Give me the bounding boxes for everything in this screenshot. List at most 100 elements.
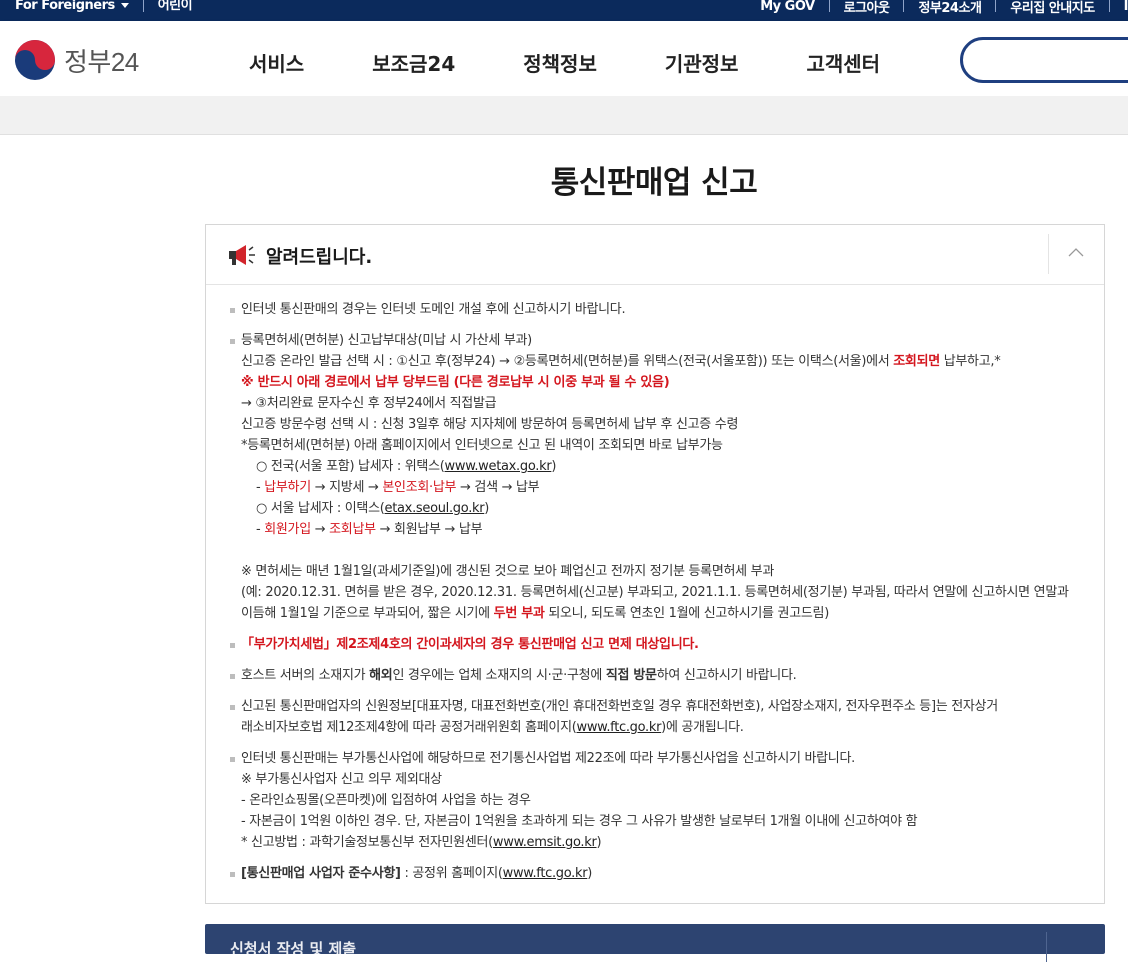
- about-gov24-link[interactable]: 정부24소개: [918, 0, 981, 16]
- text-span: 하여 신고하시기 바랍니다.: [656, 668, 797, 683]
- notice-text: - 납부하기 → 지방세 → 본인조회·납부 → 검색 → 납부: [241, 477, 1088, 498]
- text-span: 되오니, 되도록 연초인 1월에 신고하시기를 권고드림): [544, 606, 829, 621]
- notice-text: - 회원가입 → 조회납부 → 회원납부 → 납부: [241, 519, 1088, 540]
- gov-taegeuk-logo-icon: [15, 40, 55, 80]
- list-item: 신고된 통신판매업자의 신원정보[대표자명, 대표전화번호(개인 휴대전화번호일…: [228, 696, 1088, 738]
- main-nav: 서비스 보조금24 정책정보 기관정보 고객센터: [249, 48, 880, 77]
- highlight-text: 두번 부과: [493, 606, 545, 621]
- section-title: 신청서 작성 및 제출: [230, 940, 357, 958]
- chevron-up-icon: [1068, 248, 1084, 257]
- bold-text: [통신판매업 사업자 준수사항]: [241, 866, 401, 881]
- notice-header: 알려드립니다.: [206, 225, 1104, 285]
- text-span: ): [551, 459, 557, 474]
- top-right-links: My GOV 로그아웃 정부24소개 우리집 안내지도 I: [760, 0, 1128, 16]
- my-gov-link[interactable]: My GOV: [760, 0, 815, 14]
- text-span: → 검색 → 납부: [456, 480, 540, 495]
- text-span: 인 경우에는 업체 소재지의 시·군·구청에: [392, 668, 606, 683]
- notice-text: 이듬해 1월1일 기준으로 부과되어, 짧은 시기에 두번 부과 되오니, 되도…: [241, 603, 1088, 624]
- text-span: ): [596, 835, 602, 850]
- top-utility-bar: For Foreigners 어린이 My GOV 로그아웃 정부24소개 우리…: [0, 0, 1128, 21]
- bold-text: 직접 방문: [605, 668, 657, 683]
- text-span: ): [484, 501, 490, 516]
- megaphone-icon: [229, 245, 255, 265]
- divider: [1046, 932, 1047, 962]
- bold-text: 해외: [369, 668, 393, 683]
- application-section-header[interactable]: 신청서 작성 및 제출: [205, 924, 1105, 962]
- text-span: ): [587, 866, 593, 881]
- text-span: 납부하고,*: [939, 354, 1001, 369]
- highlight-text: 회원가입: [264, 522, 311, 537]
- wetax-link[interactable]: www.wetax.go.kr: [445, 459, 552, 474]
- highlight-text: 본인조회·납부: [382, 480, 457, 495]
- text-span: →: [310, 522, 330, 537]
- notice-text: 등록면허세(면허분) 신고납부대상(미납 시 가산세 부과): [241, 333, 532, 348]
- notice-text: - 자본금이 1억원 이하인 경우. 단, 자본금이 1억원을 초과하게 되는 …: [241, 814, 918, 829]
- text-span: → 회원납부 → 납부: [375, 522, 483, 537]
- home-guide-map-link[interactable]: 우리집 안내지도: [1010, 0, 1095, 16]
- text-span: 신고증 온라인 발급 선택 시 : ①신고 후(정부24) → ②등록면허세(면…: [241, 354, 894, 369]
- notice-text: ○ 전국(서울 포함) 납세자 : 위택스(www.wetax.go.kr): [241, 456, 1088, 477]
- nav-item-customer-center[interactable]: 고객센터: [806, 48, 880, 77]
- notice-text: 인터넷 통신판매의 경우는 인터넷 도메인 개설 후에 신고하시기 바랍니다.: [241, 302, 626, 317]
- list-item: 등록면허세(면허분) 신고납부대상(미납 시 가산세 부과) 신고증 온라인 발…: [228, 330, 1088, 624]
- text-span: 래소비자보호법 제12조제4항에 따라 공정거래위원회 홈페이지(: [241, 720, 577, 735]
- list-item: [통신판매업 사업자 준수사항] : 공정위 홈페이지(www.ftc.go.k…: [228, 863, 1088, 884]
- notice-text: 「부가가치세법」제2조제4호의 간이과세자의 경우 통신판매업 신고 면제 대상…: [241, 637, 699, 652]
- nav-item-policy-info[interactable]: 정책정보: [523, 48, 597, 77]
- main-header: 정부24 서비스 보조금24 정책정보 기관정보 고객센터: [0, 21, 1128, 96]
- divider: [1108, 0, 1110, 12]
- nav-item-services[interactable]: 서비스: [249, 48, 304, 77]
- page-title: 통신판매업 신고: [550, 165, 758, 201]
- notice-text: (예: 2020.12.31. 면허를 받은 경우, 2020.12.31. 등…: [241, 585, 1069, 600]
- ftc-link[interactable]: www.ftc.go.kr: [577, 720, 662, 735]
- notice-panel: 알려드립니다. 인터넷 통신판매의 경우는 인터넷 도메인 개설 후에 신고하시…: [205, 224, 1105, 904]
- notice-text: 신고증 온라인 발급 선택 시 : ①신고 후(정부24) → ②등록면허세(면…: [241, 351, 1088, 372]
- emsit-link[interactable]: www.emsit.go.kr: [493, 835, 597, 850]
- text-span: -: [256, 480, 265, 495]
- text-span: )에 공개됩니다.: [661, 720, 744, 735]
- truncated-link[interactable]: I: [1124, 0, 1128, 14]
- notice-text: ○ 서울 납세자 : 이택스(etax.seoul.go.kr): [241, 498, 1088, 519]
- nav-item-agency-info[interactable]: 기관정보: [665, 48, 739, 77]
- nav-item-subsidy24[interactable]: 보조금24: [372, 48, 455, 77]
- text-span: -: [256, 522, 265, 537]
- text-span: * 신고방법 : 과학기술정보통신부 전자민원센터(: [241, 835, 493, 850]
- notice-text: 신고증 방문수령 선택 시 : 신청 3일후 해당 지자체에 방문하여 등록면허…: [241, 417, 739, 432]
- text-span: 이듬해 1월1일 기준으로 부과되어, 짧은 시기에: [241, 606, 494, 621]
- divider: [142, 0, 144, 12]
- highlight-text: 납부하기: [264, 480, 311, 495]
- text-span: → 지방세 →: [310, 480, 383, 495]
- notice-text: → ③처리완료 문자수신 후 정부24에서 직접발급: [241, 396, 497, 411]
- text-span: : 공정위 홈페이지(: [400, 866, 503, 881]
- list-item: 「부가가치세법」제2조제4호의 간이과세자의 경우 통신판매업 신고 면제 대상…: [228, 634, 1088, 655]
- search-input[interactable]: [960, 37, 1128, 83]
- top-left-links: For Foreigners 어린이: [15, 0, 193, 12]
- notice-body: 인터넷 통신판매의 경우는 인터넷 도메인 개설 후에 신고하시기 바랍니다. …: [228, 299, 1088, 884]
- notice-text: 인터넷 통신판매는 부가통신사업에 해당하므로 전기통신사업법 제22조에 따라…: [241, 751, 855, 766]
- for-foreigners-link[interactable]: For Foreigners: [15, 0, 129, 12]
- highlight-text: 조회되면: [893, 354, 940, 369]
- divider: [995, 0, 997, 12]
- notice-text: 신고된 통신판매업자의 신원정보[대표자명, 대표전화번호(개인 휴대전화번호일…: [241, 699, 998, 714]
- warning-text: ※ 반드시 아래 경로에서 납부 당부드림 (다른 경로납부 시 이중 부과 될…: [241, 375, 670, 390]
- kids-link[interactable]: 어린이: [158, 0, 193, 12]
- notice-text: ※ 면허세는 매년 1월1일(과세기준일)에 갱신된 것으로 보아 폐업신고 전…: [241, 564, 774, 579]
- etax-link[interactable]: etax.seoul.go.kr: [385, 501, 485, 516]
- breadcrumb-strip: [0, 96, 1128, 135]
- logout-link[interactable]: 로그아웃: [844, 0, 890, 16]
- divider: [903, 0, 905, 12]
- notice-text: * 신고방법 : 과학기술정보통신부 전자민원센터(www.emsit.go.k…: [241, 832, 1088, 853]
- triangle-down-icon: [120, 3, 129, 8]
- text-span: 호스트 서버의 소재지가: [241, 668, 370, 683]
- collapse-button[interactable]: [1048, 234, 1104, 274]
- gov24-logo[interactable]: 정부24: [14, 39, 139, 81]
- logo-text: 정부24: [64, 46, 139, 77]
- ftc-link[interactable]: www.ftc.go.kr: [503, 866, 588, 881]
